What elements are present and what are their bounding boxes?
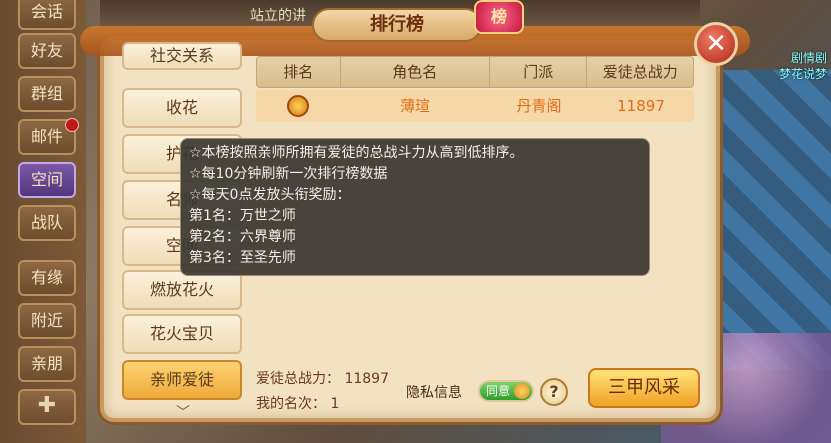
rank-label: 我的名次：: [256, 396, 326, 412]
scene-label-line-2: 梦花说梦: [778, 67, 827, 81]
scene-label-line-1: 剧情剧: [790, 51, 827, 65]
add-user-icon: ✚: [37, 393, 57, 418]
topbar-text: 站立的讲: [250, 8, 306, 24]
side-item-chat[interactable]: 会话: [18, 0, 76, 30]
category-fireworks[interactable]: 燃放花火: [122, 270, 242, 310]
my-rank-summary: 我的名次： 1: [256, 393, 339, 413]
tooltip-line: ☆本榜按照亲师所拥有爱徒的总战斗力从高到低排序。: [189, 145, 524, 161]
tooltip-line: ☆每10分钟刷新一次排行榜数据: [189, 166, 388, 182]
category-master-disciple[interactable]: 亲师爱徒: [122, 360, 242, 400]
category-receive-flowers[interactable]: 收花: [122, 88, 242, 128]
category-social[interactable]: 社交关系: [122, 42, 242, 70]
side-item-fate[interactable]: 有缘: [18, 260, 76, 296]
header-role-name: 角色名: [341, 57, 490, 87]
disciple-power-summary: 爱徒总战力： 11897: [256, 368, 389, 388]
table-header: 排名 角色名 门派 爱徒总战力: [256, 56, 694, 88]
privacy-label: 隐私信息: [406, 385, 462, 401]
side-item-space[interactable]: 空间: [18, 162, 76, 198]
side-item-friends[interactable]: 好友: [18, 33, 76, 69]
side-item-team[interactable]: 战队: [18, 205, 76, 241]
add-friend-button[interactable]: ✚: [18, 389, 76, 425]
privacy-toggle-label: 同意: [486, 384, 511, 398]
power-label: 爱徒总战力：: [256, 371, 340, 387]
tooltip-line: 第3名：至圣先师: [189, 250, 296, 266]
rank-medal-icon: [287, 95, 309, 117]
privacy-toggle[interactable]: 同意: [478, 380, 534, 402]
close-button[interactable]: ✕: [694, 22, 738, 66]
help-button[interactable]: ?: [540, 378, 568, 406]
header-rank: 排名: [257, 57, 341, 87]
toggle-knob-icon: [514, 383, 530, 399]
side-item-nearby[interactable]: 附近: [18, 303, 76, 339]
power-cell: 11897: [617, 97, 665, 115]
notification-dot-icon: [65, 118, 79, 132]
side-item-mail[interactable]: 邮件: [18, 118, 79, 155]
tooltip-line: 第1名：万世之师: [189, 208, 296, 224]
table-row[interactable]: 薄瑄 丹青阁 11897: [256, 90, 694, 122]
social-side-menu: 会话 好友 群组 邮件 空间 战队 有缘 附近 亲朋 ✚: [0, 0, 86, 443]
scroll-down-icon[interactable]: ﹀: [176, 402, 190, 422]
school-cell: 丹青阁: [516, 97, 562, 115]
top-three-button[interactable]: 三甲风采: [588, 368, 700, 408]
power-value: 11897: [344, 371, 389, 387]
panel-title: 排行榜: [312, 8, 482, 42]
side-item-mail-label: 邮件: [30, 127, 63, 146]
header-disciple-power: 爱徒总战力: [602, 63, 678, 81]
scene-label: 剧情剧 梦花说梦: [779, 50, 827, 82]
leaderboard-badge-icon: 榜: [474, 0, 524, 34]
side-item-relatives[interactable]: 亲朋: [18, 346, 76, 382]
category-firework-baby[interactable]: 花火宝贝: [122, 314, 242, 354]
header-school: 门派: [490, 57, 588, 87]
tooltip-line: 第2名：六界尊师: [189, 229, 296, 245]
rules-tooltip: ☆本榜按照亲师所拥有爱徒的总战斗力从高到低排序。 ☆每10分钟刷新一次排行榜数据…: [180, 138, 650, 276]
rank-value: 1: [330, 396, 340, 412]
tooltip-line: ☆每天0点发放头衔奖励：: [189, 187, 351, 203]
rank-cell: [256, 90, 340, 122]
side-item-groups[interactable]: 群组: [18, 76, 76, 112]
role-name-cell: 薄瑄: [399, 97, 430, 115]
